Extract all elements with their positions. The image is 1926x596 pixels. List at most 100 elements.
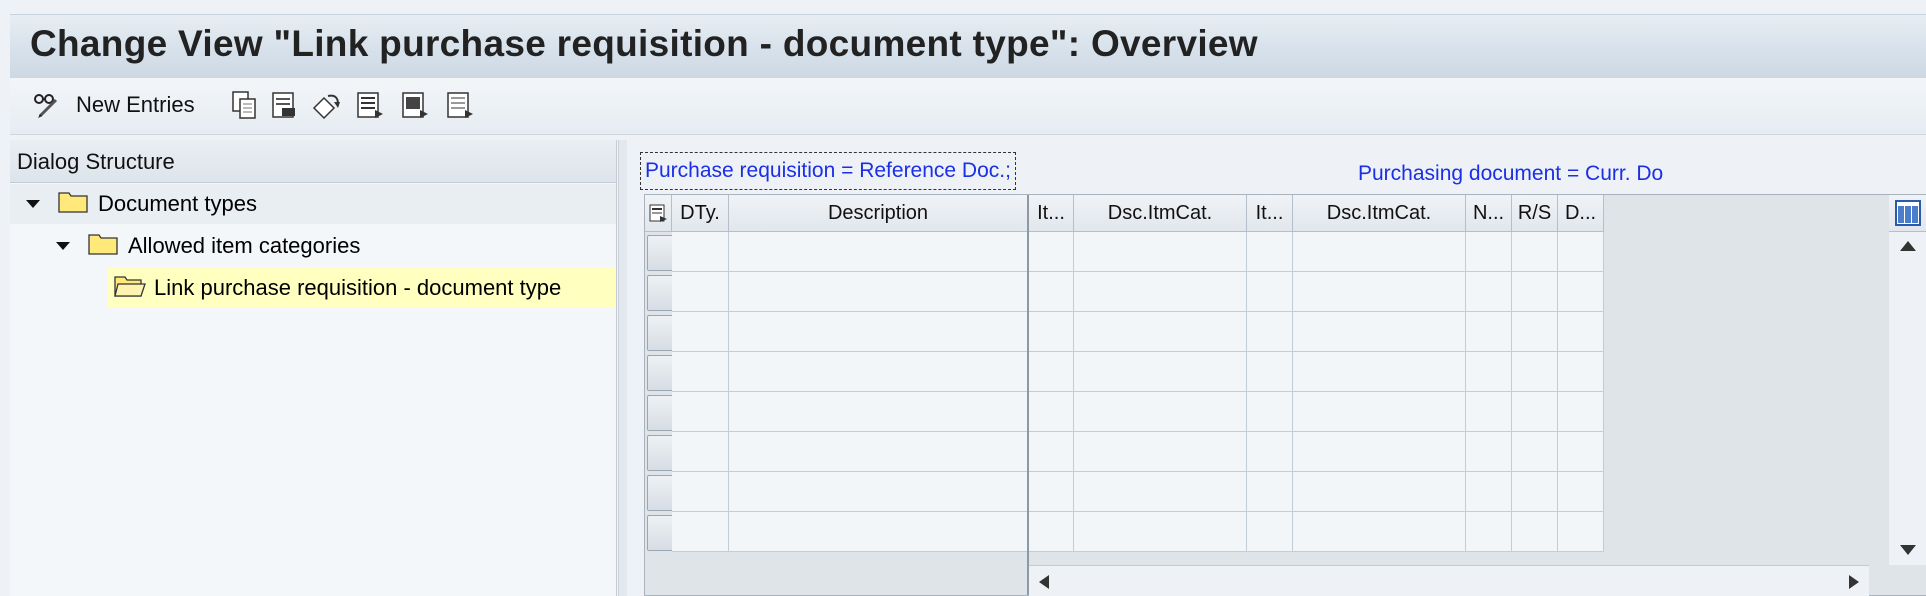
table-settings-icon[interactable] [645, 195, 672, 232]
table-cell[interactable] [1293, 512, 1466, 552]
table-cell[interactable] [1247, 472, 1293, 512]
column-config-icon[interactable] [1889, 195, 1926, 232]
new-entries-button[interactable]: New Entries [32, 88, 195, 122]
table-cell[interactable] [729, 312, 1028, 352]
table-cell[interactable] [1466, 392, 1512, 432]
column-header-dsc-itmcat-2[interactable]: Dsc.ItmCat. [1293, 195, 1466, 232]
table-cell[interactable] [1558, 272, 1604, 312]
scroll-down-icon[interactable] [1897, 543, 1919, 557]
table-cell[interactable] [1466, 312, 1512, 352]
table-cell[interactable] [1029, 232, 1074, 272]
table-cell[interactable] [672, 272, 729, 312]
table-cell[interactable] [1247, 432, 1293, 472]
row-select-button[interactable] [647, 315, 675, 351]
row-select-button[interactable] [647, 395, 675, 431]
expand-arrow-icon[interactable] [26, 200, 40, 208]
table-cell[interactable] [672, 472, 729, 512]
table-cell[interactable] [1074, 272, 1247, 312]
table-cell[interactable] [729, 512, 1028, 552]
table-cell[interactable] [1293, 232, 1466, 272]
table-cell[interactable] [1558, 232, 1604, 272]
table-cell[interactable] [1247, 312, 1293, 352]
column-header-description[interactable]: Description [729, 195, 1028, 232]
table-cell[interactable] [672, 232, 729, 272]
table-cell[interactable] [1247, 392, 1293, 432]
row-select-button[interactable] [647, 475, 675, 511]
table-cell[interactable] [1512, 232, 1558, 272]
table-cell[interactable] [1074, 392, 1247, 432]
table-cell[interactable] [1293, 312, 1466, 352]
table-cell[interactable] [1293, 432, 1466, 472]
table-cell[interactable] [1466, 432, 1512, 472]
table-cell[interactable] [1466, 512, 1512, 552]
column-header-item-category-1[interactable]: It... [1029, 195, 1074, 232]
table-cell[interactable] [1512, 272, 1558, 312]
delete-icon[interactable] [270, 90, 298, 120]
table-cell[interactable] [1029, 432, 1074, 472]
table-cell[interactable] [1074, 352, 1247, 392]
column-header-dsc-itmcat-1[interactable]: Dsc.ItmCat. [1074, 195, 1247, 232]
table-cell[interactable] [1512, 512, 1558, 552]
expand-arrow-icon[interactable] [56, 242, 70, 250]
table-cell[interactable] [1466, 472, 1512, 512]
table-cell[interactable] [1293, 472, 1466, 512]
table-cell[interactable] [1558, 312, 1604, 352]
table-cell[interactable] [1074, 232, 1247, 272]
table-cell[interactable] [1029, 312, 1074, 352]
table-cell[interactable] [1512, 432, 1558, 472]
table-cell[interactable] [672, 312, 729, 352]
table-cell[interactable] [1074, 312, 1247, 352]
table-cell[interactable] [1466, 352, 1512, 392]
table-cell[interactable] [1074, 432, 1247, 472]
table-cell[interactable] [1558, 432, 1604, 472]
table-cell[interactable] [1558, 472, 1604, 512]
table-cell[interactable] [1029, 272, 1074, 312]
table-cell[interactable] [1512, 312, 1558, 352]
tree-item-document-types[interactable]: Document types [10, 184, 616, 224]
table-cell[interactable] [672, 512, 729, 552]
tree-item-link-purchase-requisition[interactable]: Link purchase requisition - document typ… [108, 268, 616, 308]
table-cell[interactable] [729, 432, 1028, 472]
select-block-icon[interactable] [400, 90, 428, 120]
row-select-button[interactable] [647, 235, 675, 271]
column-header-d[interactable]: D... [1558, 195, 1604, 232]
scroll-right-icon[interactable] [1847, 574, 1861, 590]
table-cell[interactable] [1247, 232, 1293, 272]
table-cell[interactable] [729, 232, 1028, 272]
table-cell[interactable] [672, 392, 729, 432]
table-cell[interactable] [1074, 512, 1247, 552]
undo-icon[interactable] [310, 90, 340, 120]
pane-splitter[interactable] [618, 140, 627, 596]
copy-icon[interactable] [230, 90, 258, 120]
table-cell[interactable] [1029, 472, 1074, 512]
table-cell[interactable] [1293, 392, 1466, 432]
table-cell[interactable] [1247, 272, 1293, 312]
table-cell[interactable] [1466, 272, 1512, 312]
table-cell[interactable] [1512, 472, 1558, 512]
table-cell[interactable] [1029, 512, 1074, 552]
row-select-button[interactable] [647, 275, 675, 311]
column-header-item-category-2[interactable]: It... [1247, 195, 1293, 232]
table-cell[interactable] [672, 352, 729, 392]
row-select-button[interactable] [647, 435, 675, 471]
table-cell[interactable] [1293, 352, 1466, 392]
table-cell[interactable] [1466, 232, 1512, 272]
table-cell[interactable] [729, 272, 1028, 312]
scroll-left-icon[interactable] [1037, 574, 1051, 590]
column-header-dty[interactable]: DTy. [672, 195, 729, 232]
table-cell[interactable] [672, 432, 729, 472]
table-cell[interactable] [729, 392, 1028, 432]
table-cell[interactable] [1293, 272, 1466, 312]
table-cell[interactable] [1029, 352, 1074, 392]
scroll-up-icon[interactable] [1897, 239, 1919, 253]
deselect-all-icon[interactable] [445, 90, 473, 120]
table-cell[interactable] [1074, 472, 1247, 512]
row-select-button[interactable] [647, 355, 675, 391]
column-header-n[interactable]: N... [1466, 195, 1512, 232]
table-cell[interactable] [729, 352, 1028, 392]
table-cell[interactable] [1029, 392, 1074, 432]
table-cell[interactable] [1558, 352, 1604, 392]
tree-item-allowed-item-categories[interactable]: Allowed item categories [10, 226, 616, 266]
column-header-rs[interactable]: R/S [1512, 195, 1558, 232]
table-cell[interactable] [1247, 352, 1293, 392]
